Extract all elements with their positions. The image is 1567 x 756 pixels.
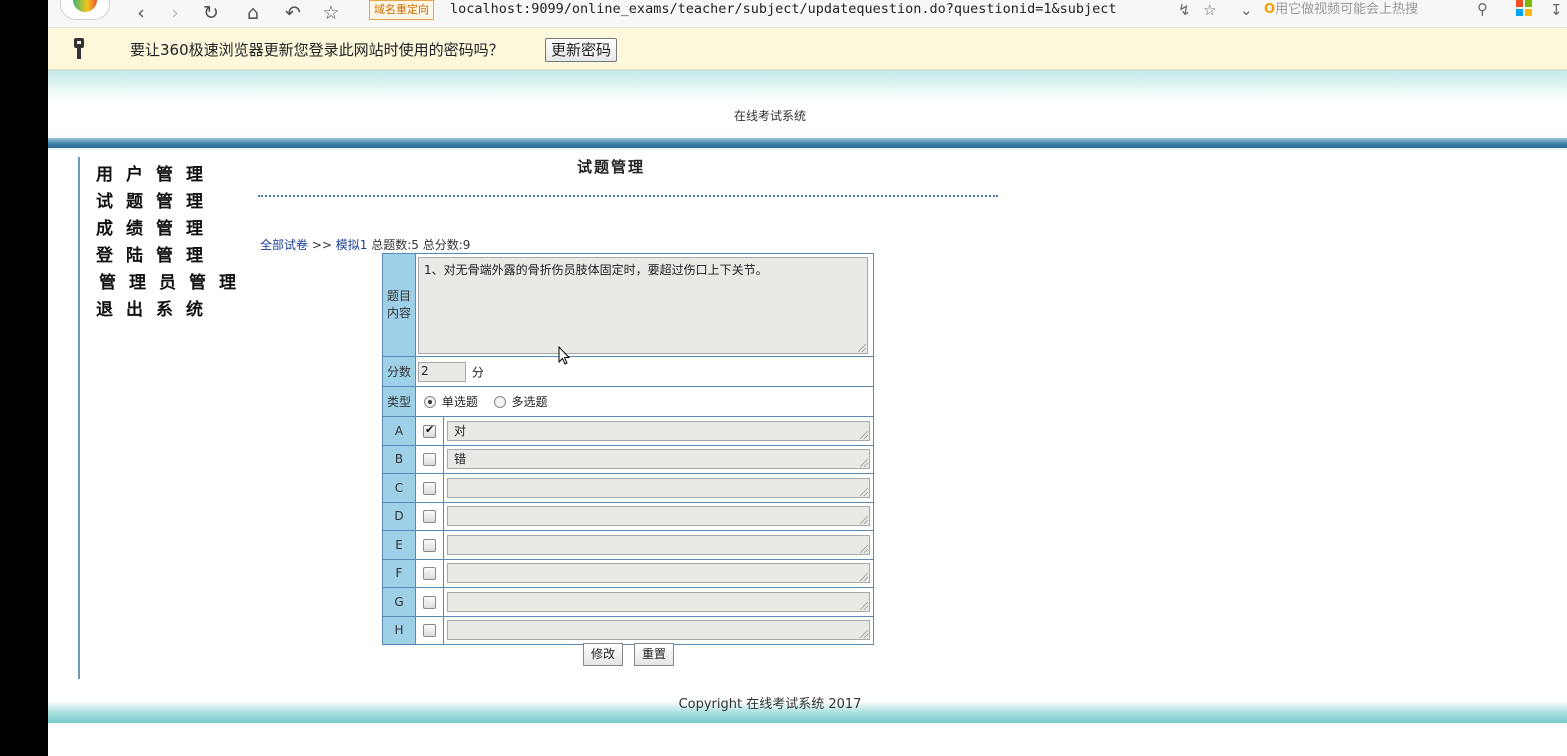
search-box[interactable]: O用它做视频可能会上热搜 — [1264, 0, 1500, 20]
password-bar-message: 要让360极速浏览器更新您登录此网站时使用的密码吗？ — [130, 41, 504, 59]
option-letter: C — [382, 473, 416, 503]
browser-logo-icon[interactable] — [60, 0, 110, 20]
resize-grip-icon[interactable] — [860, 430, 868, 439]
option-d-input[interactable] — [447, 506, 870, 527]
content-label: 题目内容 — [382, 253, 416, 357]
reload-icon[interactable]: ↻ — [200, 3, 222, 25]
back-icon[interactable]: ‹ — [130, 3, 152, 25]
sidebar-border — [78, 157, 80, 679]
resize-grip-icon[interactable] — [860, 459, 868, 468]
question-content-textarea[interactable]: 1、对无骨端外露的骨折伤员肢体固定时，要超过伤口上下关节。 — [418, 256, 868, 354]
option-b-text: 错 — [454, 452, 467, 467]
option-f-checkbox[interactable] — [423, 567, 436, 581]
desktop-edge — [0, 0, 48, 756]
lightning-icon[interactable]: ↯ — [1178, 1, 1191, 19]
section-divider — [258, 195, 998, 197]
score-unit: 分 — [471, 365, 484, 379]
password-update-bar: 要让360极速浏览器更新您登录此网站时使用的密码吗？ 更新密码 — [48, 28, 1567, 70]
resize-grip-icon[interactable] — [860, 630, 868, 639]
option-f-input[interactable] — [447, 563, 870, 584]
home-icon[interactable]: ⌂ — [242, 3, 264, 25]
dropdown-icon[interactable]: ⌄ — [1240, 1, 1253, 19]
breadcrumb: 全部试卷 >> 模拟1 总题数:5 总分数:9 — [260, 236, 470, 253]
option-e-checkbox[interactable] — [423, 538, 436, 552]
sidebar-item-user-management[interactable]: 用户管理 — [96, 160, 216, 185]
option-letter: E — [382, 530, 416, 560]
redirect-badge[interactable]: 域名重定向 — [369, 0, 434, 20]
resize-grip-icon[interactable] — [860, 487, 868, 496]
option-letter: G — [382, 587, 416, 617]
resize-grip-icon[interactable] — [860, 544, 868, 553]
search-icon[interactable]: ⚲ — [1475, 0, 1488, 18]
breadcrumb-paper[interactable]: 模拟1 — [336, 238, 368, 252]
single-choice-label[interactable]: 单选题 — [442, 395, 478, 409]
address-bar[interactable]: localhost:9099/online_exams/teacher/subj… — [450, 0, 1172, 20]
option-a-checkbox[interactable] — [423, 423, 436, 438]
search-engine-icon: O — [1264, 2, 1276, 17]
search-placeholder: 用它做视频可能会上热搜 — [1275, 2, 1419, 17]
sidebar-item-admin-management[interactable]: 管理员管理 — [99, 268, 249, 293]
update-password-button[interactable]: 更新密码 — [545, 38, 618, 62]
option-letter: A — [382, 416, 416, 446]
option-c-checkbox[interactable] — [423, 481, 436, 495]
score-label: 分数 — [382, 356, 416, 387]
option-letter: H — [382, 615, 416, 645]
option-letter: F — [382, 558, 416, 588]
key-icon — [74, 38, 84, 60]
browser-toolbar: ‹ › ↻ ⌂ ↶ ☆ 域名重定向 localhost:9099/online_… — [48, 0, 1567, 28]
total-score: 总分数:9 — [422, 238, 471, 252]
site-title: 在线考试系统 — [733, 109, 806, 123]
question-content-text: 1、对无骨端外露的骨折伤员肢体固定时，要超过伤口上下关节。 — [424, 262, 768, 277]
option-h-input[interactable] — [447, 620, 870, 641]
option-g-input[interactable] — [447, 591, 870, 612]
sidebar-item-logout[interactable]: 退出系统 — [96, 295, 216, 320]
option-letter: D — [382, 501, 416, 531]
resize-grip-icon[interactable] — [860, 601, 868, 610]
submit-button[interactable]: 修改 — [583, 643, 624, 666]
option-h-checkbox[interactable] — [423, 624, 436, 638]
browser-window: ‹ › ↻ ⌂ ↶ ☆ 域名重定向 localhost:9099/online_… — [48, 0, 1567, 756]
resize-grip-icon[interactable] — [858, 343, 866, 352]
mouse-cursor-icon — [558, 346, 571, 365]
question-edit-form: 题目内容 1、对无骨端外露的骨折伤员肢体固定时，要超过伤口上下关节。 分数 2 … — [382, 253, 874, 645]
option-c-input[interactable] — [447, 477, 870, 498]
site-footer: Copyright 在线考试系统 2017 — [48, 686, 1567, 723]
copyright-text: Copyright 在线考试系统 2017 — [678, 697, 862, 712]
download-icon[interactable]: ↧ — [1550, 1, 1563, 19]
forward-icon[interactable]: › — [164, 3, 186, 25]
header-divider — [48, 138, 1567, 148]
total-questions: 总题数:5 — [371, 238, 419, 252]
bookmark-icon[interactable]: ☆ — [1203, 1, 1216, 19]
sidebar-item-question-management[interactable]: 试题管理 — [96, 187, 216, 212]
option-a-text: 对 — [454, 423, 467, 438]
resize-grip-icon[interactable] — [860, 516, 868, 525]
breadcrumb-separator: >> — [311, 238, 332, 252]
star-icon[interactable]: ☆ — [320, 3, 342, 25]
type-label: 类型 — [382, 386, 416, 417]
option-g-checkbox[interactable] — [423, 595, 436, 609]
breadcrumb-all-papers[interactable]: 全部试卷 — [260, 238, 308, 252]
option-letter: B — [382, 444, 416, 474]
option-d-checkbox[interactable] — [423, 510, 436, 524]
option-e-input[interactable] — [447, 534, 870, 555]
apps-icon[interactable] — [1516, 0, 1532, 20]
section-title: 试题管理 — [577, 158, 646, 176]
score-input[interactable]: 2 — [418, 361, 466, 382]
multiple-choice-radio[interactable] — [493, 395, 506, 408]
single-choice-radio[interactable] — [424, 395, 436, 408]
sidebar-item-score-management[interactable]: 成绩管理 — [96, 214, 216, 239]
undo-icon[interactable]: ↶ — [282, 3, 304, 25]
option-a-input[interactable]: 对 — [447, 420, 870, 441]
option-b-input[interactable]: 错 — [447, 449, 870, 470]
site-header: 在线考试系统 — [48, 70, 1567, 150]
reset-button[interactable]: 重置 — [634, 643, 675, 666]
option-b-checkbox[interactable] — [423, 453, 436, 467]
resize-grip-icon[interactable] — [860, 573, 868, 582]
sidebar-item-login-management[interactable]: 登陆管理 — [96, 241, 216, 266]
multiple-choice-label[interactable]: 多选题 — [512, 395, 548, 409]
